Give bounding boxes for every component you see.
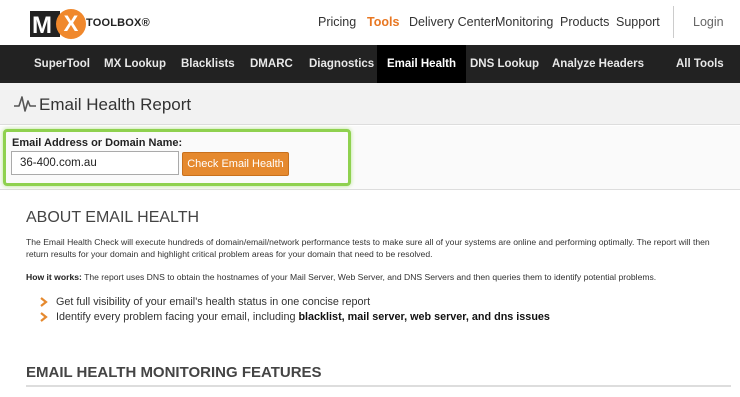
feature-bullet-2: Identify every problem facing your email… <box>56 311 550 323</box>
check-email-health-button[interactable]: Check Email Health <box>182 152 289 176</box>
how-it-works-paragraph: How it works: The report uses DNS to obt… <box>26 271 731 283</box>
feature-bullet-1: Get full visibility of your email's heal… <box>56 296 371 308</box>
nav-login[interactable]: Login <box>693 15 724 29</box>
tab-supertool[interactable]: SuperTool <box>34 45 90 83</box>
domain-input[interactable] <box>11 151 179 175</box>
nav-monitoring[interactable]: Monitoring <box>495 15 553 29</box>
tab-diagnostics[interactable]: Diagnostics <box>309 45 374 83</box>
logo-m: M <box>32 12 52 39</box>
logo-wordmark: TOOLBOX® <box>86 17 150 29</box>
tab-email-health[interactable]: Email Health <box>377 45 467 83</box>
chevron-right-icon <box>40 312 48 322</box>
tab-blacklists[interactable]: Blacklists <box>181 45 235 83</box>
top-header: M X TOOLBOX® Pricing Tools Delivery Cent… <box>0 0 740 45</box>
about-paragraph: The Email Health Check will execute hund… <box>26 237 710 259</box>
page-title: Email Health Report <box>39 95 192 114</box>
nav-support[interactable]: Support <box>616 15 660 29</box>
how-it-works-text: The report uses DNS to obtain the hostna… <box>81 272 657 282</box>
tool-nav-bar: SuperTool MX Lookup Blacklists DMARC Dia… <box>0 45 740 83</box>
tab-mx-lookup[interactable]: MX Lookup <box>104 45 166 83</box>
tab-dns-lookup[interactable]: DNS Lookup <box>470 45 539 83</box>
mxtoolbox-logo[interactable]: M X TOOLBOX® <box>30 9 150 39</box>
tab-all-tools[interactable]: All Tools <box>676 45 724 83</box>
how-it-works-label: How it works: <box>26 272 82 282</box>
tab-analyze-headers[interactable]: Analyze Headers <box>552 45 644 83</box>
about-section-title: ABOUT EMAIL HEALTH <box>26 209 200 226</box>
nav-products[interactable]: Products <box>560 15 609 29</box>
nav-pricing[interactable]: Pricing <box>318 15 356 29</box>
tab-dmarc[interactable]: DMARC <box>250 45 293 83</box>
logo-x-circle: X <box>56 9 86 39</box>
nav-tools[interactable]: Tools <box>367 15 399 29</box>
domain-field-label: Email Address or Domain Name: <box>12 137 183 149</box>
features-section-title: EMAIL HEALTH MONITORING FEATURES <box>26 364 322 381</box>
pulse-icon <box>14 96 36 112</box>
feature-bullet-2-text: Identify every problem facing your email… <box>56 311 299 323</box>
nav-delivery-center[interactable]: Delivery Center <box>409 15 495 29</box>
section-divider <box>26 385 731 387</box>
feature-bullet-2-bold: blacklist, mail server, web server, and … <box>298 311 550 323</box>
chevron-right-icon <box>40 297 48 307</box>
nav-divider <box>673 6 674 38</box>
page-title-bar: Email Health Report <box>0 83 740 125</box>
